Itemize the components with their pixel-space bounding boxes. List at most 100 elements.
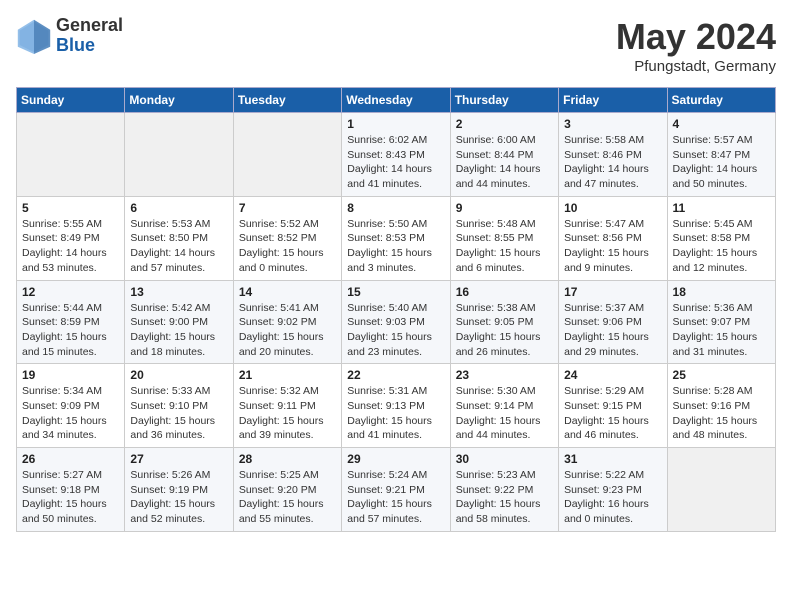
day-number: 9 [456,201,553,215]
calendar-cell: 21 Sunrise: 5:32 AMSunset: 9:11 PMDayligh… [233,364,341,448]
logo-text: General Blue [56,16,123,56]
day-info: Sunrise: 5:25 AMSunset: 9:20 PMDaylight:… [239,468,336,527]
day-number: 3 [564,117,661,131]
calendar-cell: 28 Sunrise: 5:25 AMSunset: 9:20 PMDayligh… [233,448,341,532]
day-number: 14 [239,285,336,299]
calendar-cell: 26Sunrise: 5:27 AMSunset: 9:18 PMDayligh… [17,448,125,532]
day-number: 6 [130,201,227,215]
calendar-cell: 30 Sunrise: 5:23 AMSunset: 9:22 PMDayligh… [450,448,558,532]
day-number: 20 [130,368,227,382]
day-number: 22 [347,368,444,382]
day-number: 29 [347,452,444,466]
day-info: Sunrise: 5:50 AMSunset: 8:53 PMDaylight:… [347,217,444,276]
day-number: 7 [239,201,336,215]
calendar-cell: 19Sunrise: 5:34 AMSunset: 9:09 PMDayligh… [17,364,125,448]
day-number: 2 [456,117,553,131]
day-number: 4 [673,117,770,131]
day-number: 15 [347,285,444,299]
day-number: 8 [347,201,444,215]
day-number: 16 [456,285,553,299]
day-info: Sunrise: 5:57 AMSunset: 8:47 PMDaylight:… [673,133,770,192]
day-number: 21 [239,368,336,382]
day-number: 11 [673,201,770,215]
calendar-cell: 24 Sunrise: 5:29 AMSunset: 9:15 PMDayligh… [559,364,667,448]
calendar-cell: 18 Sunrise: 5:36 AMSunset: 9:07 PMDayligh… [667,280,775,364]
calendar-cell: 6 Sunrise: 5:53 AMSunset: 8:50 PMDaylight… [125,196,233,280]
day-info: Sunrise: 5:32 AMSunset: 9:11 PMDaylight:… [239,384,336,443]
day-info: Sunrise: 5:23 AMSunset: 9:22 PMDaylight:… [456,468,553,527]
day-info: Sunrise: 5:24 AMSunset: 9:21 PMDaylight:… [347,468,444,527]
day-number: 23 [456,368,553,382]
day-number: 26 [22,452,119,466]
weekday-header: Wednesday [342,88,450,113]
day-info: Sunrise: 5:52 AMSunset: 8:52 PMDaylight:… [239,217,336,276]
day-info: Sunrise: 6:02 AMSunset: 8:43 PMDaylight:… [347,133,444,192]
calendar-cell: 12Sunrise: 5:44 AMSunset: 8:59 PMDayligh… [17,280,125,364]
calendar-cell: 29 Sunrise: 5:24 AMSunset: 9:21 PMDayligh… [342,448,450,532]
logo-general: General [56,16,123,36]
day-info: Sunrise: 6:00 AMSunset: 8:44 PMDaylight:… [456,133,553,192]
logo-blue: Blue [56,36,123,56]
calendar-cell [125,113,233,197]
weekday-header: Saturday [667,88,775,113]
calendar-week-row: 19Sunrise: 5:34 AMSunset: 9:09 PMDayligh… [17,364,776,448]
day-info: Sunrise: 5:58 AMSunset: 8:46 PMDaylight:… [564,133,661,192]
weekday-header: Thursday [450,88,558,113]
day-number: 25 [673,368,770,382]
calendar-cell: 13Sunrise: 5:42 AMSunset: 9:00 PMDayligh… [125,280,233,364]
calendar-cell: 9Sunrise: 5:48 AMSunset: 8:55 PMDaylight… [450,196,558,280]
page-header: General Blue May 2024 Pfungstadt, German… [16,16,776,75]
day-info: Sunrise: 5:42 AMSunset: 9:00 PMDaylight:… [130,301,227,360]
day-info: Sunrise: 5:28 AMSunset: 9:16 PMDaylight:… [673,384,770,443]
day-number: 10 [564,201,661,215]
weekday-header: Monday [125,88,233,113]
day-number: 27 [130,452,227,466]
day-info: Sunrise: 5:37 AMSunset: 9:06 PMDaylight:… [564,301,661,360]
calendar-week-row: 1 Sunrise: 6:02 AMSunset: 8:43 PMDaylight… [17,113,776,197]
day-info: Sunrise: 5:38 AMSunset: 9:05 PMDaylight:… [456,301,553,360]
logo-icon [16,18,52,54]
day-info: Sunrise: 5:55 AMSunset: 8:49 PMDaylight:… [22,217,119,276]
month-year-title: May 2024 [616,16,776,58]
calendar-cell: 27Sunrise: 5:26 AMSunset: 9:19 PMDayligh… [125,448,233,532]
calendar-cell: 7 Sunrise: 5:52 AMSunset: 8:52 PMDaylight… [233,196,341,280]
logo: General Blue [16,16,123,56]
calendar-cell: 15 Sunrise: 5:40 AMSunset: 9:03 PMDayligh… [342,280,450,364]
calendar-cell: 2 Sunrise: 6:00 AMSunset: 8:44 PMDaylight… [450,113,558,197]
day-number: 28 [239,452,336,466]
calendar-cell: 22 Sunrise: 5:31 AMSunset: 9:13 PMDayligh… [342,364,450,448]
day-number: 1 [347,117,444,131]
calendar-cell: 20 Sunrise: 5:33 AMSunset: 9:10 PMDayligh… [125,364,233,448]
day-info: Sunrise: 5:31 AMSunset: 9:13 PMDaylight:… [347,384,444,443]
calendar-cell: 8 Sunrise: 5:50 AMSunset: 8:53 PMDaylight… [342,196,450,280]
day-info: Sunrise: 5:53 AMSunset: 8:50 PMDaylight:… [130,217,227,276]
calendar-cell: 25 Sunrise: 5:28 AMSunset: 9:16 PMDayligh… [667,364,775,448]
calendar-cell: 14Sunrise: 5:41 AMSunset: 9:02 PMDayligh… [233,280,341,364]
day-info: Sunrise: 5:47 AMSunset: 8:56 PMDaylight:… [564,217,661,276]
location-subtitle: Pfungstadt, Germany [616,58,776,75]
calendar-cell: 4 Sunrise: 5:57 AMSunset: 8:47 PMDaylight… [667,113,775,197]
calendar-cell: 17Sunrise: 5:37 AMSunset: 9:06 PMDayligh… [559,280,667,364]
day-info: Sunrise: 5:30 AMSunset: 9:14 PMDaylight:… [456,384,553,443]
day-number: 30 [456,452,553,466]
calendar-cell [667,448,775,532]
day-number: 24 [564,368,661,382]
day-info: Sunrise: 5:33 AMSunset: 9:10 PMDaylight:… [130,384,227,443]
calendar-cell: 1 Sunrise: 6:02 AMSunset: 8:43 PMDaylight… [342,113,450,197]
day-number: 19 [22,368,119,382]
day-info: Sunrise: 5:40 AMSunset: 9:03 PMDaylight:… [347,301,444,360]
calendar-week-row: 5 Sunrise: 5:55 AMSunset: 8:49 PMDaylight… [17,196,776,280]
day-info: Sunrise: 5:29 AMSunset: 9:15 PMDaylight:… [564,384,661,443]
day-info: Sunrise: 5:44 AMSunset: 8:59 PMDaylight:… [22,301,119,360]
day-info: Sunrise: 5:22 AMSunset: 9:23 PMDaylight:… [564,468,661,527]
day-info: Sunrise: 5:36 AMSunset: 9:07 PMDaylight:… [673,301,770,360]
calendar-cell: 5 Sunrise: 5:55 AMSunset: 8:49 PMDaylight… [17,196,125,280]
calendar-cell [233,113,341,197]
calendar-cell: 23 Sunrise: 5:30 AMSunset: 9:14 PMDayligh… [450,364,558,448]
day-number: 18 [673,285,770,299]
calendar-cell: 31Sunrise: 5:22 AMSunset: 9:23 PMDayligh… [559,448,667,532]
calendar-cell: 11Sunrise: 5:45 AMSunset: 8:58 PMDayligh… [667,196,775,280]
weekday-header: Tuesday [233,88,341,113]
calendar-cell: 16 Sunrise: 5:38 AMSunset: 9:05 PMDayligh… [450,280,558,364]
day-number: 5 [22,201,119,215]
